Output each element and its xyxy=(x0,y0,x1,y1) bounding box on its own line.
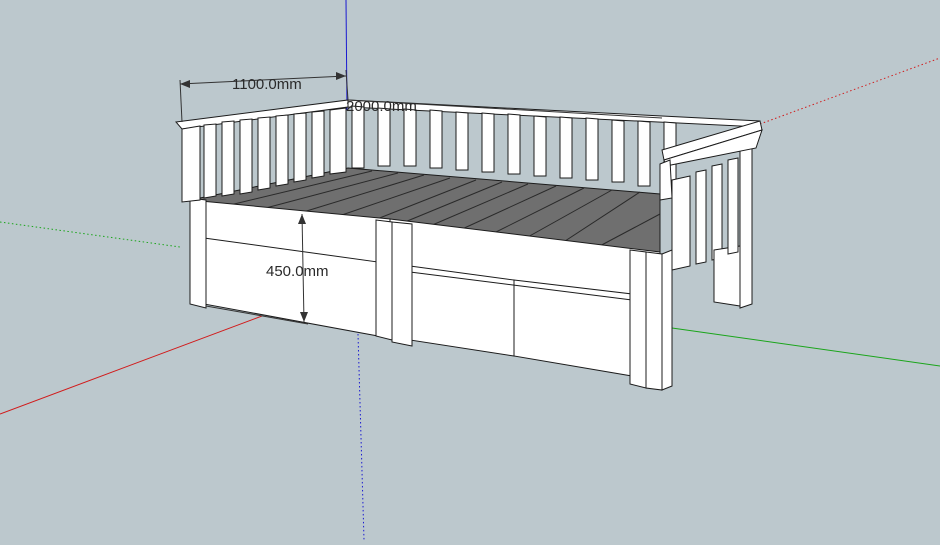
red-axis xyxy=(0,315,263,415)
green-axis xyxy=(671,327,940,367)
blue-axis xyxy=(345,0,348,111)
right-end-frame[interactable] xyxy=(671,147,753,309)
width-dimension-label: 1100.0mm xyxy=(232,76,302,93)
blue-axis-dotted xyxy=(357,333,365,541)
green-axis-dotted xyxy=(0,221,181,248)
modeling-viewport[interactable]: 1100.0mm 2000.0mm 450.0mm xyxy=(0,0,940,541)
length-dimension-label: 2000.0mm xyxy=(346,98,417,115)
red-axis-dotted xyxy=(759,57,940,125)
height-dimension-label: 450.0mm xyxy=(266,263,329,280)
